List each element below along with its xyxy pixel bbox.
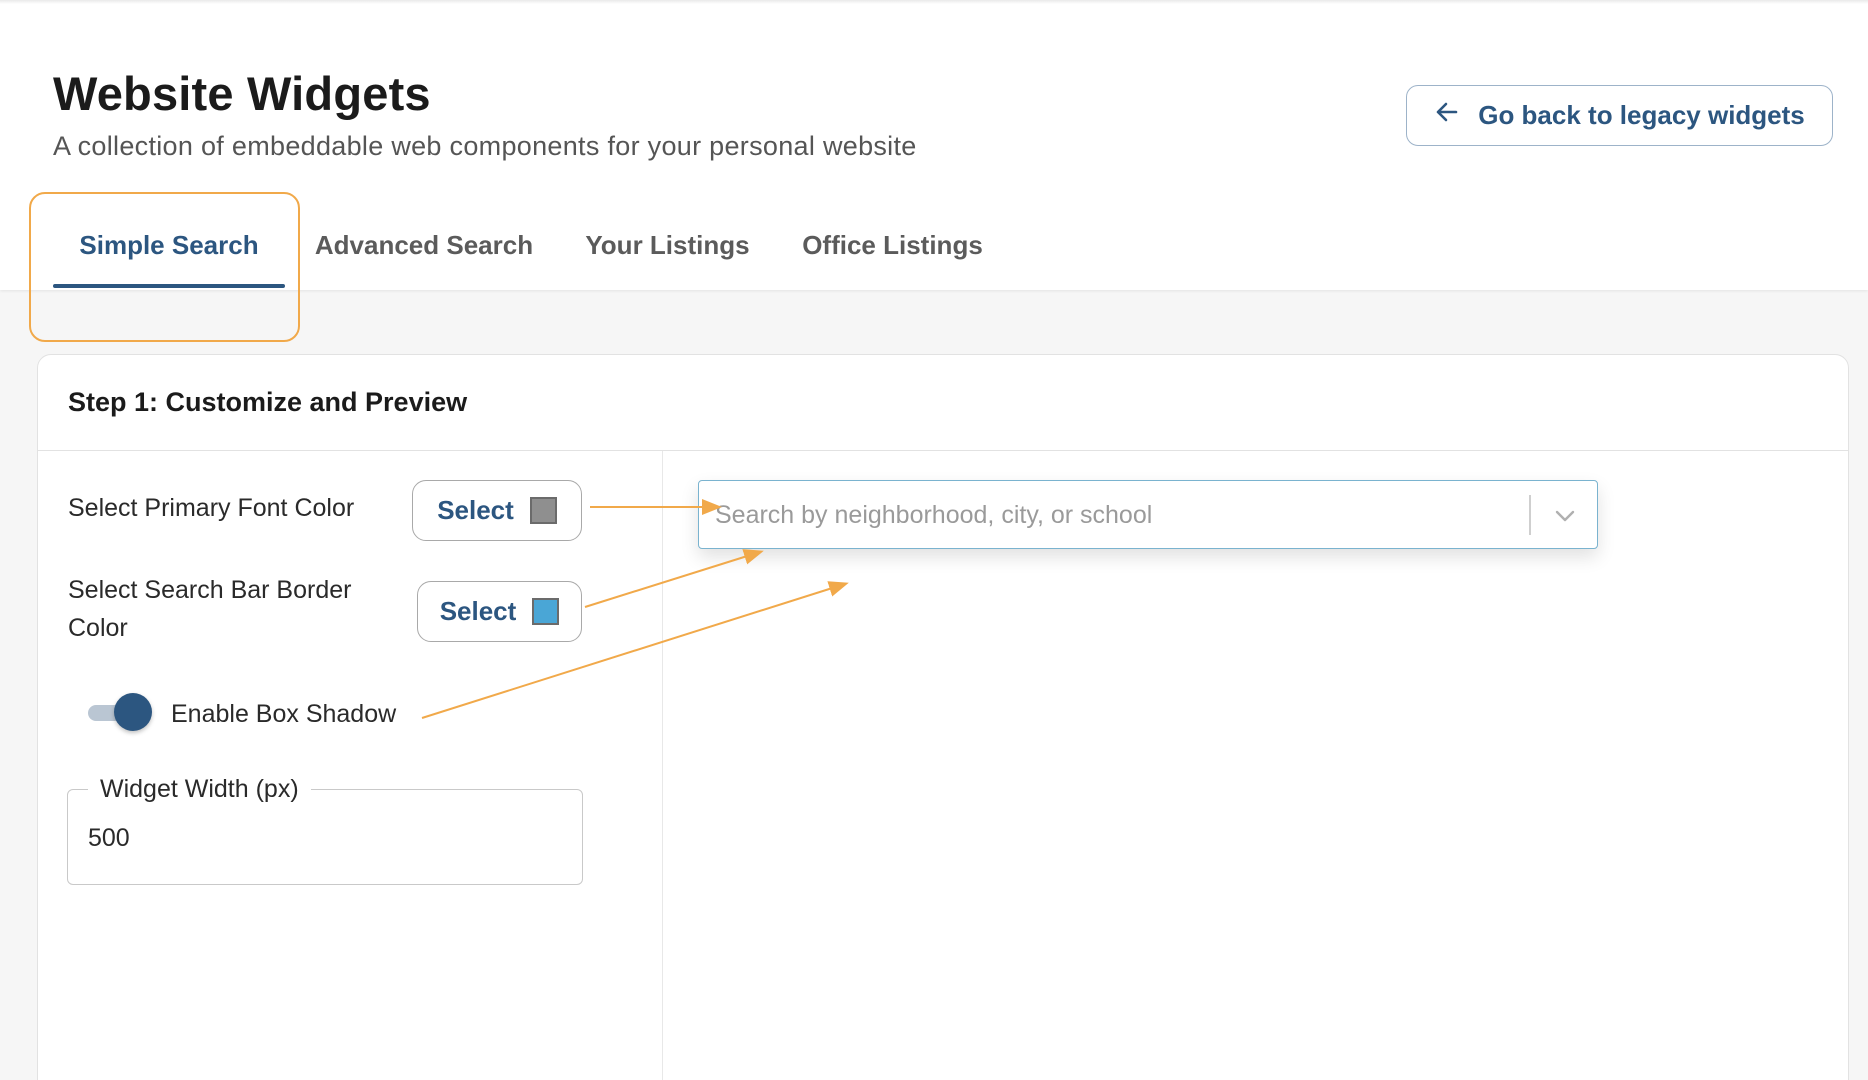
card-header: Step 1: Customize and Preview xyxy=(38,355,1848,451)
page-subtitle: A collection of embeddable web component… xyxy=(53,131,917,161)
border-color-label-line1: Select Search Bar Border xyxy=(68,576,352,604)
card-title: Step 1: Customize and Preview xyxy=(68,387,468,417)
tab-your-listings[interactable]: Your Listings xyxy=(585,220,750,290)
primary-font-color-label: Select Primary Font Color xyxy=(68,494,355,522)
select-label: Select xyxy=(439,596,517,626)
toggle-thumb xyxy=(114,693,152,731)
border-color-swatch xyxy=(532,598,560,625)
border-color-label-line2: Color xyxy=(68,614,128,642)
border-color-select-button[interactable]: Select xyxy=(417,581,582,642)
chevron-down-icon[interactable] xyxy=(1551,502,1579,530)
box-shadow-toggle[interactable] xyxy=(88,691,154,735)
primary-font-color-swatch xyxy=(529,497,557,524)
primary-font-color-select-button[interactable]: Select xyxy=(412,480,582,541)
preview-separator xyxy=(1529,495,1531,535)
customize-card: Step 1: Customize and Preview Select Pri… xyxy=(37,354,1849,1080)
tab-simple-search[interactable]: Simple Search xyxy=(53,220,285,290)
page-title: Website Widgets xyxy=(53,67,431,120)
tab-office-listings[interactable]: Office Listings xyxy=(800,220,985,290)
panel-divider xyxy=(662,451,663,1080)
box-shadow-label: Enable Box Shadow xyxy=(171,700,397,728)
tab-advanced-search[interactable]: Advanced Search xyxy=(314,220,534,290)
select-label: Select xyxy=(437,495,514,525)
preview-search-bar xyxy=(698,480,1598,549)
widget-width-field: Widget Width (px) xyxy=(67,770,583,885)
page-header: Website Widgets A collection of embeddab… xyxy=(0,0,1868,290)
widget-width-label: Widget Width (px) xyxy=(88,770,311,808)
preview-search-input[interactable] xyxy=(715,495,1515,535)
top-shadow-line xyxy=(0,0,1868,4)
widget-width-input[interactable] xyxy=(88,818,548,858)
go-back-legacy-button[interactable]: Go back to legacy widgets xyxy=(1406,85,1833,146)
arrow-left-icon xyxy=(1434,99,1460,132)
go-back-label: Go back to legacy widgets xyxy=(1478,100,1805,130)
